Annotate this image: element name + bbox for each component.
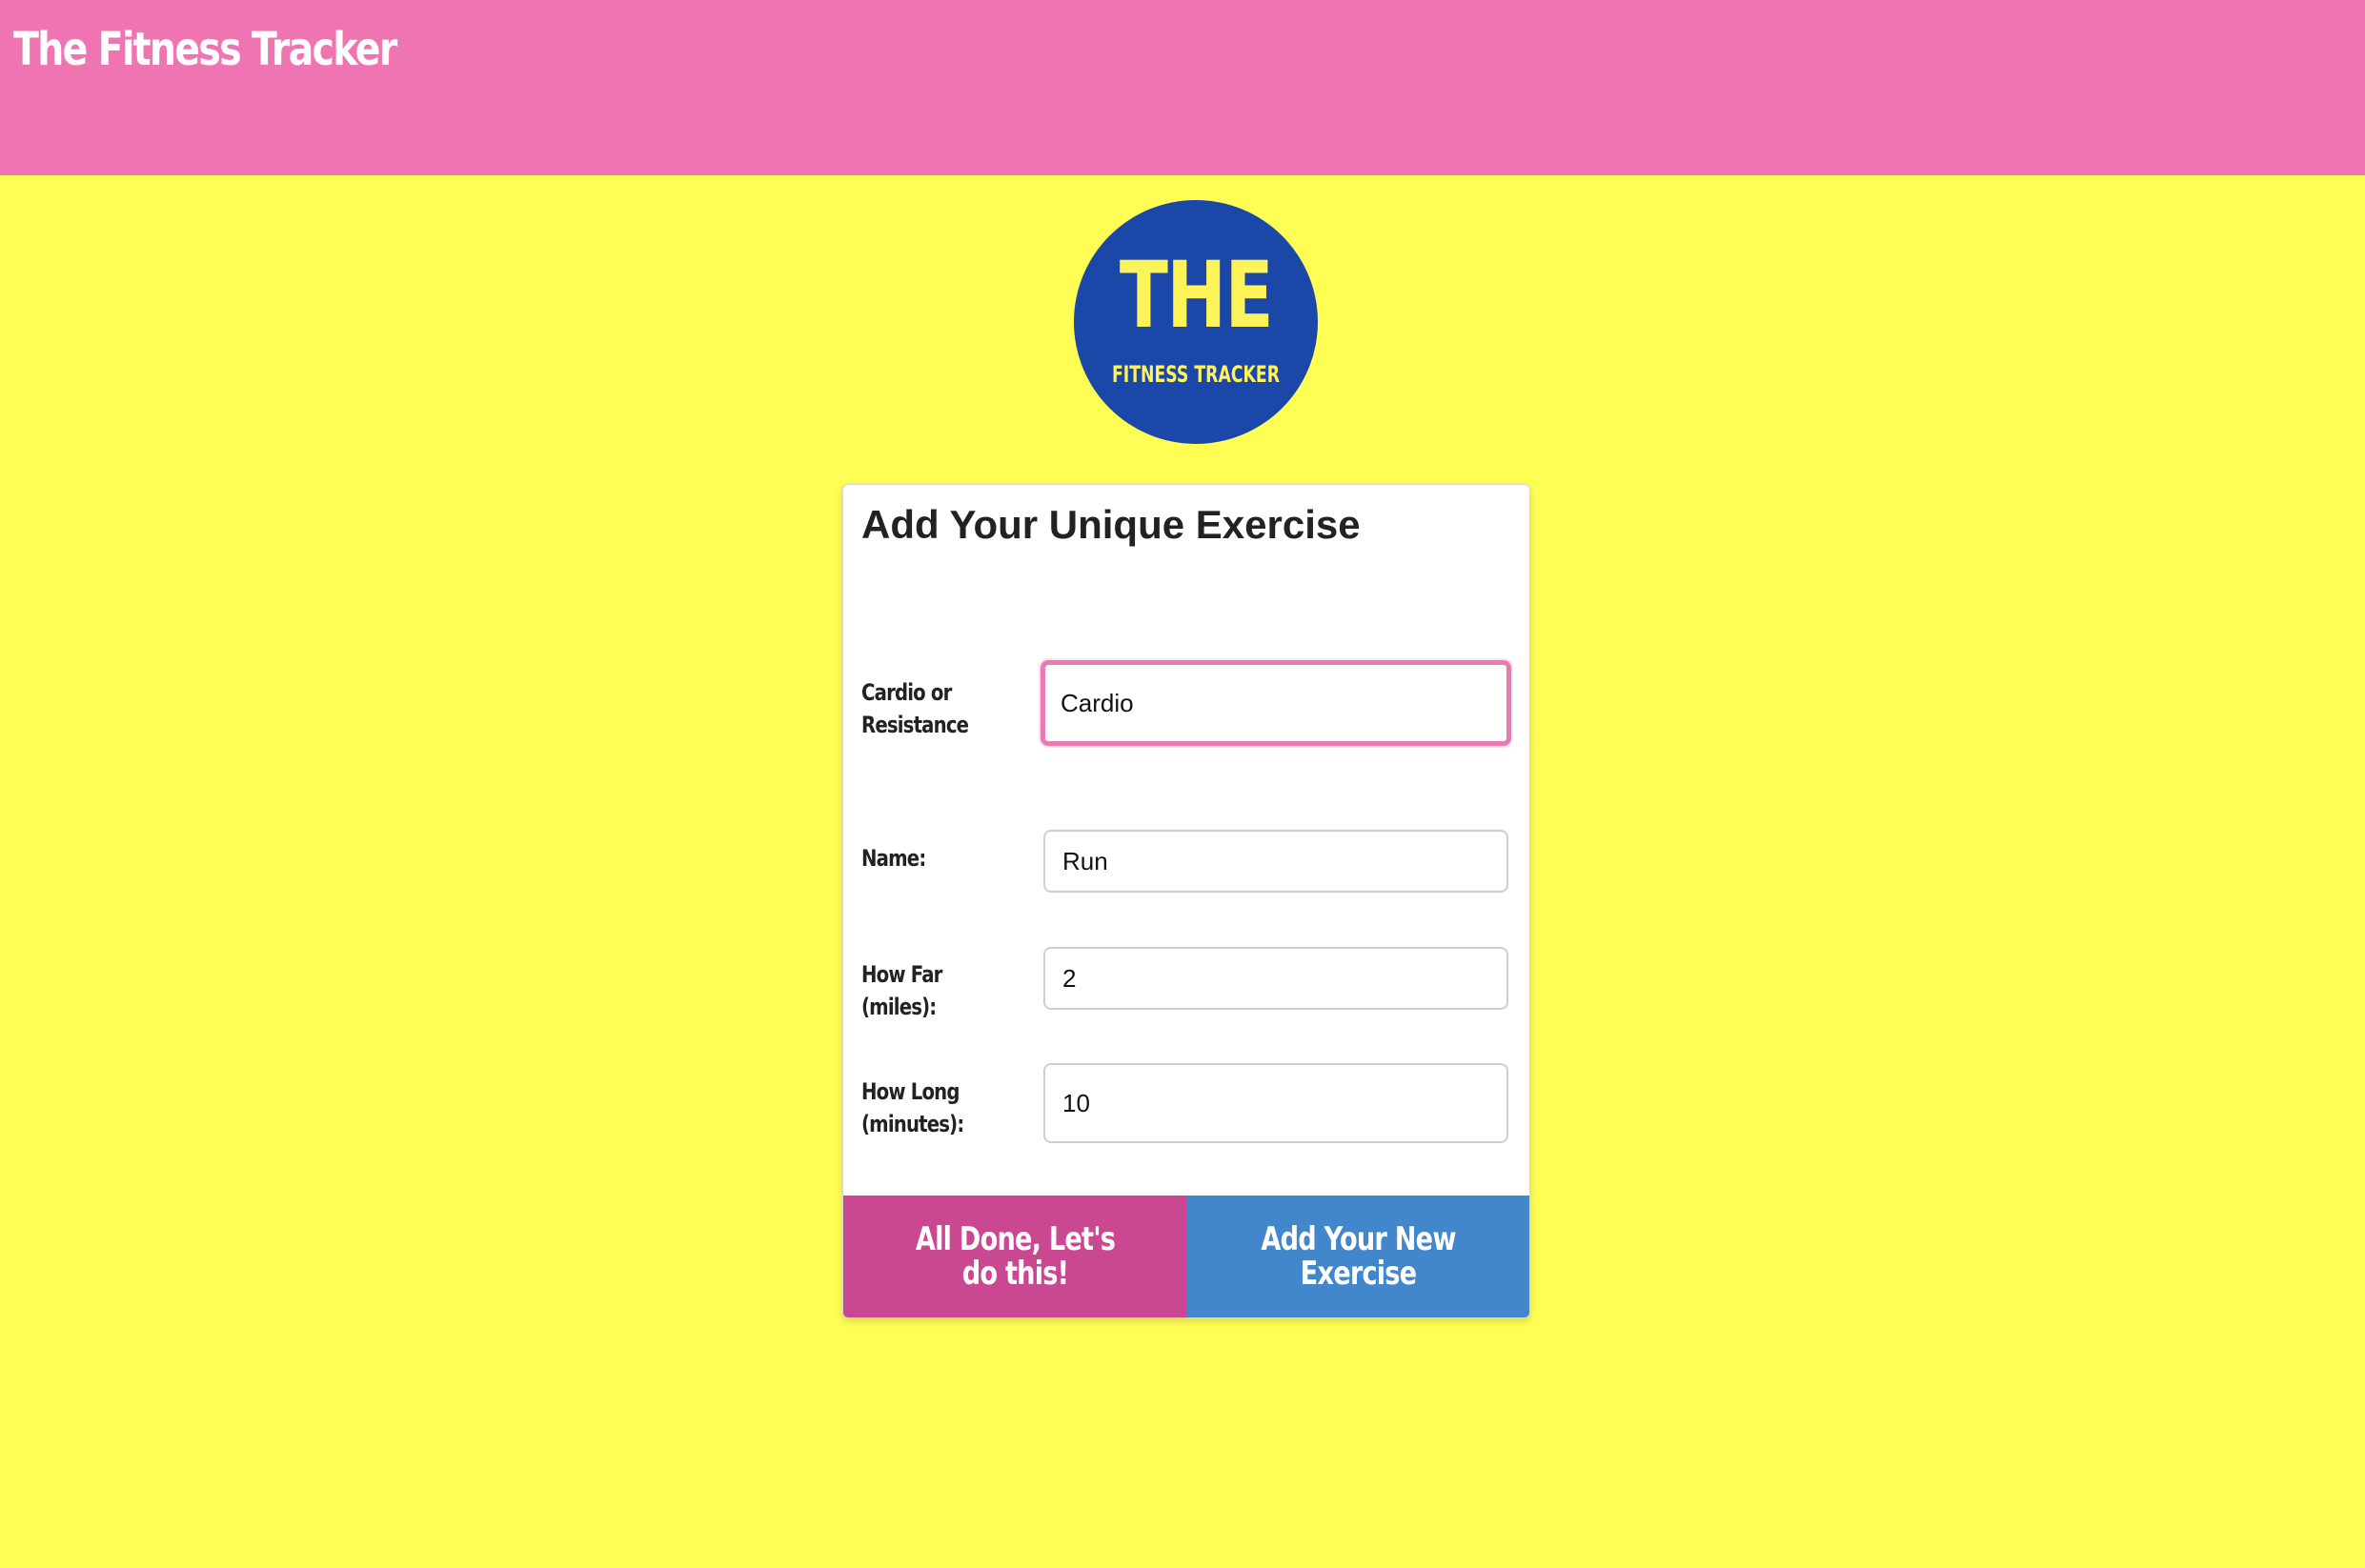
type-label: Cardio or Resistance bbox=[861, 679, 969, 738]
all-done-button-label: All Done, Let's do this! bbox=[915, 1220, 1116, 1293]
all-done-button[interactable]: All Done, Let's do this! bbox=[843, 1196, 1187, 1317]
form-title: Add Your Unique Exercise bbox=[861, 502, 1361, 547]
name-label: Name: bbox=[861, 845, 926, 872]
logo-small-text: FITNESS TRACKER bbox=[1111, 361, 1281, 388]
add-exercise-button[interactable]: Add Your New Exercise bbox=[1187, 1196, 1529, 1317]
add-exercise-card: Add Your Unique Exercise Cardio or Resis… bbox=[842, 484, 1530, 1318]
duration-input[interactable] bbox=[1043, 1063, 1508, 1143]
type-input[interactable] bbox=[1041, 660, 1511, 746]
app-title: The Fitness Tracker bbox=[13, 23, 397, 76]
distance-label: How Far (miles): bbox=[861, 961, 942, 1020]
name-input[interactable] bbox=[1043, 830, 1508, 893]
fitness-tracker-logo: THE FITNESS TRACKER bbox=[1074, 200, 1318, 444]
distance-input[interactable] bbox=[1043, 947, 1508, 1010]
duration-label: How Long (minutes): bbox=[861, 1078, 964, 1137]
logo-big-text: THE bbox=[1119, 242, 1274, 349]
top-header: The Fitness Tracker bbox=[0, 0, 2365, 175]
add-exercise-button-label: Add Your New Exercise bbox=[1261, 1220, 1456, 1293]
